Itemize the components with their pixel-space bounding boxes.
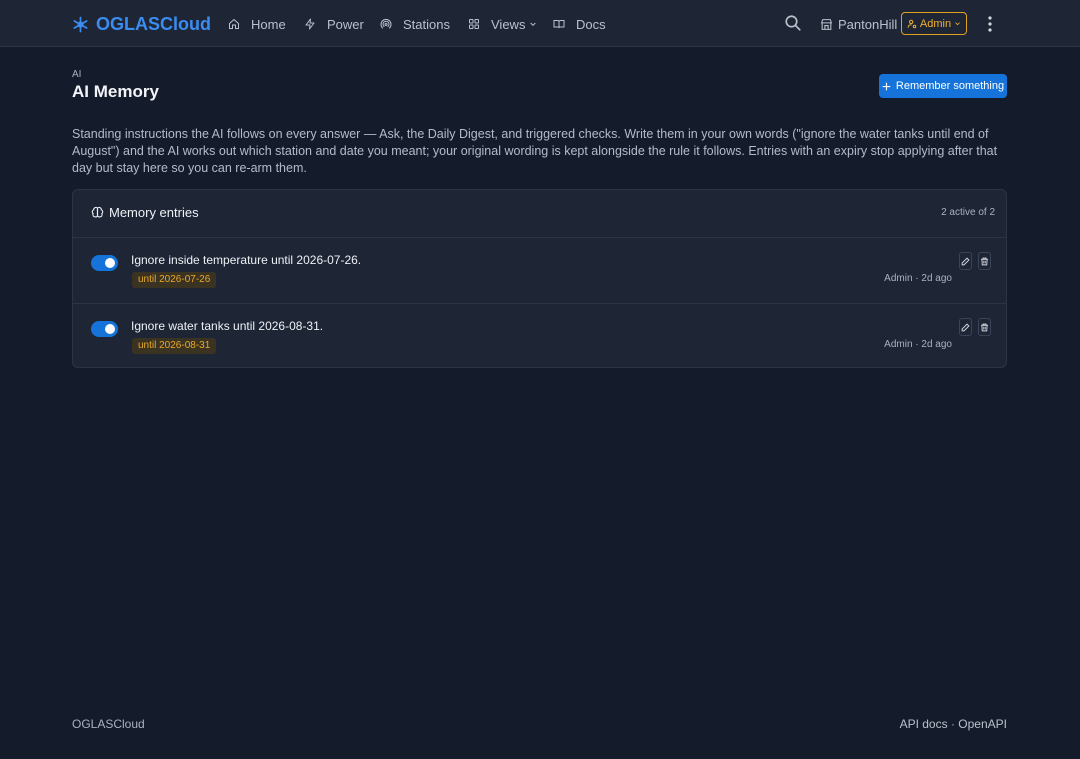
nav-views-dropdown[interactable]: Views xyxy=(468,14,537,34)
entry-meta: Admin · 2d ago xyxy=(884,339,952,350)
entry-text: Ignore inside temperature until 2026-07-… xyxy=(131,253,362,267)
trash-icon xyxy=(981,323,988,331)
remember-something-button[interactable]: Remember something xyxy=(879,74,1007,98)
search-icon[interactable] xyxy=(784,14,802,32)
nav-stations-label: Stations xyxy=(403,16,450,32)
broadcast-icon xyxy=(380,19,392,29)
memory-entry: Ignore water tanks until 2026-08-31. unt… xyxy=(73,303,1006,367)
memory-entry: Ignore inside temperature until 2026-07-… xyxy=(73,238,1006,303)
trash-icon xyxy=(981,257,988,265)
pencil-icon xyxy=(961,322,970,331)
entry-meta: Admin · 2d ago xyxy=(884,273,952,284)
openapi-link[interactable]: OpenAPI xyxy=(958,717,1007,731)
card-title-label: Memory entries xyxy=(109,205,199,220)
plus-icon xyxy=(882,82,891,90)
expiry-badge: until 2026-08-31 xyxy=(132,338,217,354)
bolt-icon xyxy=(305,18,315,30)
store-icon xyxy=(820,18,833,30)
page-title: AI Memory xyxy=(72,82,159,101)
book-icon xyxy=(553,20,565,29)
brain-icon xyxy=(91,206,104,218)
nav-stations[interactable]: Stations xyxy=(380,14,450,34)
footer-brand: OGLASCloud xyxy=(72,717,145,731)
breadcrumb: AI xyxy=(72,69,82,80)
user-cog-icon xyxy=(907,19,917,28)
memory-entries-card: Memory entries 2 active of 2 Ignore insi… xyxy=(72,189,1007,368)
chevron-down-icon xyxy=(955,22,960,26)
card-title: Memory entries xyxy=(91,205,199,220)
delete-entry-button[interactable] xyxy=(978,318,991,336)
station-selector[interactable]: PantonHill xyxy=(820,14,897,34)
nav-docs[interactable]: Docs xyxy=(553,14,606,34)
nav-power[interactable]: Power xyxy=(304,14,364,34)
admin-label: Admin xyxy=(919,17,952,30)
api-docs-link[interactable]: API docs xyxy=(900,717,948,731)
brand-name: OGLASCloud xyxy=(96,13,211,34)
nav-docs-label: Docs xyxy=(576,16,606,32)
nav-home[interactable]: Home xyxy=(228,14,286,34)
page-description: Standing instructions the AI follows on … xyxy=(72,127,998,175)
edit-entry-button[interactable] xyxy=(959,318,972,336)
snowflake-icon xyxy=(73,16,88,32)
station-name: PantonHill xyxy=(838,16,898,32)
entry-text: Ignore water tanks until 2026-08-31. xyxy=(131,319,324,333)
remember-something-label: Remember something xyxy=(895,80,1005,92)
grid-icon xyxy=(469,19,479,29)
delete-entry-button[interactable] xyxy=(978,252,991,270)
brand-link[interactable]: OGLASCloud xyxy=(72,12,211,36)
footer-separator: · xyxy=(950,717,955,731)
pencil-icon xyxy=(961,256,970,265)
admin-menu-button[interactable]: Admin xyxy=(901,12,967,35)
active-count: 2 active of 2 xyxy=(941,207,995,218)
card-header: Memory entries 2 active of 2 xyxy=(73,190,1006,238)
entry-enabled-toggle[interactable] xyxy=(91,255,118,271)
top-navbar: OGLASCloud Home Power Stations Views Doc… xyxy=(0,0,1080,47)
footer-links: API docs · OpenAPI xyxy=(900,717,1007,731)
home-icon xyxy=(229,18,239,29)
chevron-down-icon xyxy=(530,22,537,27)
nav-power-label: Power xyxy=(327,16,364,32)
nav-views-label: Views xyxy=(491,16,526,32)
entry-enabled-toggle[interactable] xyxy=(91,321,118,337)
expiry-badge: until 2026-07-26 xyxy=(132,272,217,288)
edit-entry-button[interactable] xyxy=(959,252,972,270)
nav-home-label: Home xyxy=(251,16,286,32)
more-vertical-icon[interactable] xyxy=(983,14,997,34)
